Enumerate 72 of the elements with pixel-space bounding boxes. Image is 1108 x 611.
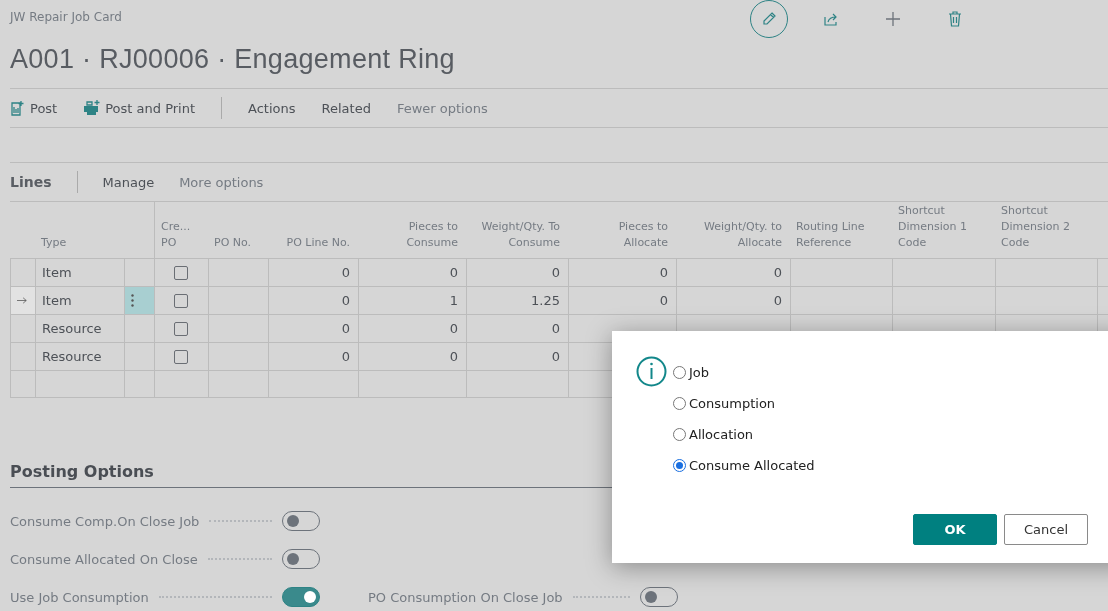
column-header: Shortcut Dimension 2 Code [1001, 203, 1070, 251]
action-button[interactable]: Post [10, 100, 58, 116]
column-header: Routing Line Reference [796, 219, 865, 251]
option-label: Consume Allocated On Close [10, 551, 198, 567]
column-header: Weight/Qty. to Allocate [704, 219, 782, 251]
menu-button[interactable]: Manage [102, 174, 155, 190]
ok-button[interactable]: OK [913, 514, 997, 545]
column-header: Cre... PO [161, 219, 191, 251]
table-cell: 0 [676, 286, 790, 314]
table-cell [124, 370, 154, 398]
table-cell: 0 [268, 286, 358, 314]
checkbox[interactable] [173, 265, 188, 280]
column-header: Pieces to Allocate [618, 219, 668, 251]
column-header: Pieces to Consume [406, 219, 458, 251]
row-marker-cell[interactable] [10, 314, 35, 342]
fewer-options-link[interactable]: Fewer options [396, 100, 488, 116]
row-marker-cell[interactable] [10, 370, 35, 398]
table-cell: 0 [268, 342, 358, 370]
table-cell: Resource [35, 314, 124, 342]
more-options-link[interactable]: More options [179, 174, 264, 190]
table-cell: 0 [466, 314, 568, 342]
row-marker-cell[interactable] [10, 286, 35, 314]
arrow-right-icon [17, 296, 27, 305]
table-cell [1097, 286, 1108, 314]
radio-option[interactable]: Allocation [673, 425, 815, 443]
table-cell: 0 [466, 258, 568, 286]
table-cell: 0 [268, 258, 358, 286]
table-cell: 0 [268, 314, 358, 342]
table-cell: 0 [568, 286, 676, 314]
menu-button[interactable]: Related [321, 100, 371, 116]
plus-icon [885, 11, 901, 27]
trash-icon [948, 11, 962, 27]
table-cell: Resource [35, 342, 124, 370]
cancel-button[interactable]: Cancel [1004, 514, 1088, 545]
document-plus-icon [10, 100, 26, 116]
checkbox[interactable] [173, 349, 188, 364]
menu-button[interactable]: Actions [248, 100, 296, 116]
page-title: A001 · RJ00006 · Engagement Ring [10, 44, 455, 75]
table-cell: 0 [466, 342, 568, 370]
radio-option[interactable]: Consumption [673, 394, 815, 412]
action-button[interactable]: Post and Print [83, 100, 196, 116]
table-cell [208, 370, 268, 398]
table-cell: 0 [358, 342, 466, 370]
table-cell: Item [35, 258, 124, 286]
option-label: Consume Comp.On Close Job [10, 513, 200, 529]
share-icon [823, 11, 839, 27]
info-icon [636, 356, 667, 387]
checkbox[interactable] [173, 293, 188, 308]
table-cell: 0 [676, 258, 790, 286]
column-header: PO No. [214, 235, 252, 251]
column-header: Shortcut Dimension 1 Code [898, 203, 967, 251]
row-marker-cell[interactable] [10, 342, 35, 370]
column-header: Weight/Qty. To Consume [481, 219, 560, 251]
table-cell [1097, 258, 1108, 286]
table-cell: 0 [358, 258, 466, 286]
table-cell: 0 [358, 314, 466, 342]
page-caption: JW Repair Job Card [10, 10, 123, 24]
checkbox[interactable] [173, 321, 188, 336]
table-cell: 1 [358, 286, 466, 314]
more-vertical-icon [131, 294, 134, 307]
toggle-switch[interactable] [282, 587, 320, 607]
column-header: PO Line No. [286, 235, 350, 251]
table-cell: 0 [568, 258, 676, 286]
option-label: PO Consumption On Close Job [368, 589, 563, 605]
table-cell: 1.25 [466, 286, 568, 314]
radio-option[interactable]: Job [673, 363, 815, 381]
section-title: Lines [10, 174, 52, 190]
printer-icon [83, 100, 102, 116]
pencil-icon [761, 11, 777, 27]
column-header: Type [41, 235, 67, 251]
option-label: Use Job Consumption [10, 589, 149, 605]
radio-option[interactable]: Consume Allocated [673, 456, 815, 474]
